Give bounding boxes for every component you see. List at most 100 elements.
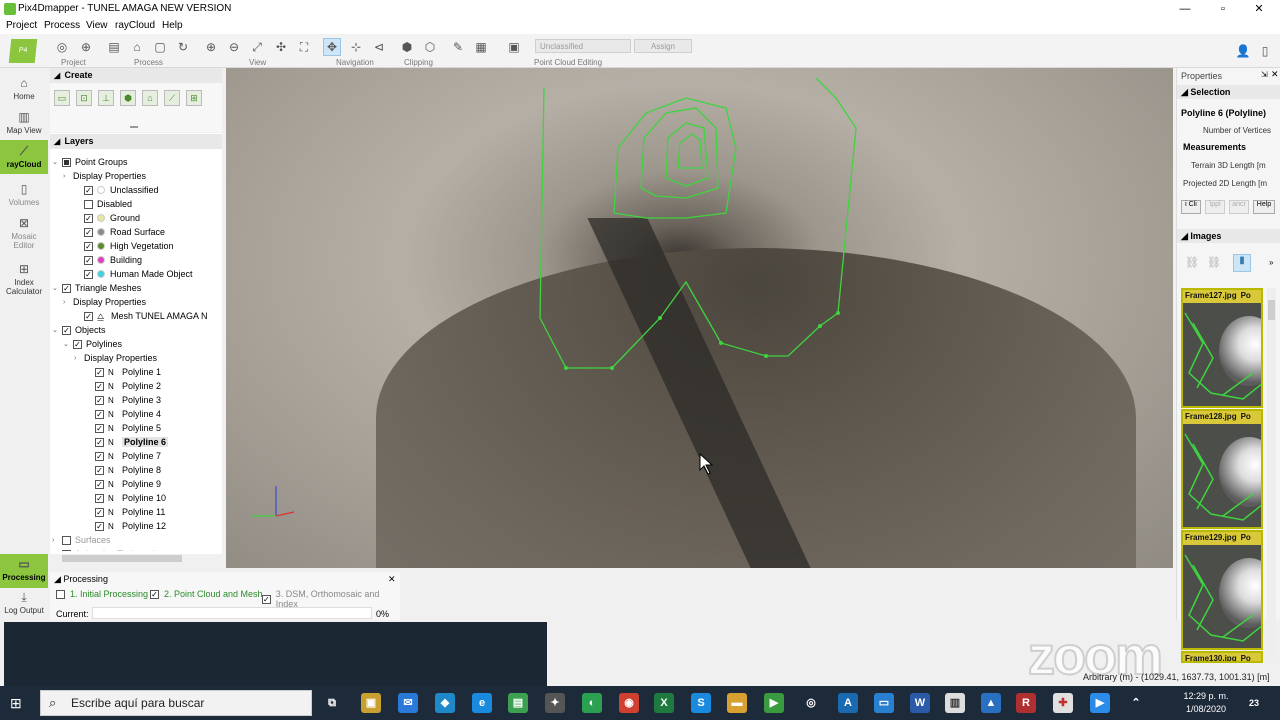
images-scrollbar[interactable] xyxy=(1267,288,1276,658)
menu-process[interactable]: Process xyxy=(44,20,80,31)
link-icon[interactable]: ⛓ xyxy=(1185,256,1199,269)
layer-checkbox[interactable]: ✓ xyxy=(62,283,71,293)
layer-checkbox[interactable]: ✓ xyxy=(84,255,93,265)
layer-row[interactable]: ✓ Ground xyxy=(74,211,140,225)
layer-checkbox[interactable]: ✓ xyxy=(95,507,104,517)
layer-row[interactable]: ✓ N Polyline 10 xyxy=(85,491,166,505)
layer-row[interactable]: › Display Properties xyxy=(63,169,146,183)
polyline-4[interactable] xyxy=(665,122,709,187)
vertex-point[interactable] xyxy=(564,366,568,370)
image-thumbnail[interactable]: Frame128.jpg Po xyxy=(1181,409,1263,529)
layer-row[interactable]: › Animation Trajectories xyxy=(52,547,164,551)
vertex-point[interactable] xyxy=(610,366,614,370)
vertex-point[interactable] xyxy=(836,311,840,315)
notification-icon[interactable]: 23 xyxy=(1244,693,1264,713)
minimize-button[interactable]: — xyxy=(1166,1,1204,17)
nav-index-calculator[interactable]: ⊞ Index Calculator xyxy=(0,262,48,296)
layer-row[interactable]: ✓ N Polyline 3 xyxy=(85,393,161,407)
menu-project[interactable]: Project xyxy=(6,20,37,31)
app-icon[interactable]: ▥ xyxy=(945,693,965,713)
checkbox[interactable]: ✓ xyxy=(150,589,159,599)
layer-row[interactable]: ✓ ⧋ Mesh TUNEL AMAGA N xyxy=(74,309,208,323)
layer-checkbox[interactable]: ✓ xyxy=(95,381,104,391)
clip-button[interactable]: i Cli xyxy=(1181,200,1201,214)
vertex-point[interactable] xyxy=(658,316,662,320)
layer-row[interactable]: ✓ N Polyline 2 xyxy=(85,379,161,393)
app-icon[interactable]: ▲ xyxy=(981,693,1001,713)
images-header[interactable]: ◢ Images xyxy=(1177,229,1280,243)
layer-row[interactable]: ✓ N Polyline 9 xyxy=(85,477,161,491)
layer-checkbox[interactable]: ✓ xyxy=(95,437,104,447)
skype-icon[interactable]: S xyxy=(691,693,711,713)
create-tie-point-icon[interactable]: ⊥ xyxy=(98,90,114,106)
polyline-6[interactable] xyxy=(539,77,857,369)
edge-icon[interactable]: e xyxy=(472,693,492,713)
nav-raycloud[interactable]: ⟋ rayCloud xyxy=(0,140,48,174)
expand-arrow-icon[interactable]: › xyxy=(52,537,62,544)
menu-view[interactable]: View xyxy=(86,20,108,31)
task-view-icon[interactable]: ⧉ xyxy=(322,693,342,713)
app-icon[interactable]: ▭ xyxy=(874,693,894,713)
layers-panel-header[interactable]: ◢ Layers xyxy=(50,134,222,149)
layer-checkbox[interactable]: ✓ xyxy=(95,395,104,405)
layer-checkbox[interactable] xyxy=(84,199,93,209)
class-dropdown[interactable]: Unclassified xyxy=(535,39,631,53)
layer-checkbox[interactable] xyxy=(62,535,71,545)
app-icon[interactable]: ▶ xyxy=(764,693,784,713)
layer-row[interactable]: ✓ N Polyline 12 xyxy=(85,519,166,533)
process-report-icon[interactable]: ▤ xyxy=(105,38,123,56)
layer-row[interactable]: ⌄ ✓ Polylines xyxy=(63,337,122,351)
zoom-out-icon[interactable]: ⊖ xyxy=(225,38,243,56)
layer-checkbox[interactable]: ✓ xyxy=(95,367,104,377)
process-refresh-icon[interactable]: ↻ xyxy=(174,38,192,56)
photos-icon[interactable]: ▤ xyxy=(508,693,528,713)
clipping-box-icon[interactable]: ⬢ xyxy=(398,38,416,56)
polyline-2[interactable] xyxy=(613,97,737,219)
image-view-icon[interactable]: ▮ xyxy=(1233,254,1251,272)
vertex-point[interactable] xyxy=(719,341,723,345)
layer-row[interactable]: ✓ N Polyline 11 xyxy=(85,505,165,519)
layer-checkbox[interactable]: ✓ xyxy=(95,409,104,419)
layer-row[interactable]: ✓ N Polyline 5 xyxy=(85,421,161,435)
close-panel-icon[interactable]: ✕ xyxy=(1271,69,1279,80)
checkbox[interactable] xyxy=(56,589,65,599)
layer-checkbox[interactable]: ✓ xyxy=(84,269,93,279)
navigation-trackball-icon[interactable]: ✥ xyxy=(323,38,341,56)
project-target-icon[interactable]: ⊕ xyxy=(77,38,95,56)
assign-button[interactable]: Assign xyxy=(634,39,692,53)
layer-checkbox[interactable]: ✓ xyxy=(95,521,104,531)
help-button[interactable]: Help xyxy=(1253,200,1275,214)
layer-checkbox[interactable]: ✓ xyxy=(84,311,93,321)
layer-row[interactable]: ✓ N Polyline 8 xyxy=(85,463,161,477)
zoom-fit-icon[interactable]: ✣ xyxy=(272,38,290,56)
layer-checkbox[interactable]: ✓ xyxy=(84,185,93,195)
create-area-icon[interactable]: ▭ xyxy=(54,90,70,106)
layer-row[interactable]: ✓ Building xyxy=(74,253,142,267)
expand-arrow-icon[interactable]: › xyxy=(74,355,84,362)
close-processing-icon[interactable]: ✕ xyxy=(388,574,396,585)
nav-map-view[interactable]: ▥ Map View xyxy=(0,110,48,135)
layer-checkbox[interactable]: ✓ xyxy=(95,451,104,461)
layer-checkbox[interactable]: ✓ xyxy=(84,227,93,237)
step-2-checkbox[interactable]: ✓ 2. Point Cloud and Mesh xyxy=(150,589,263,599)
project-open-icon[interactable]: ◎ xyxy=(53,38,71,56)
layer-checkbox[interactable]: ✓ xyxy=(95,465,104,475)
layer-row[interactable]: › Display Properties xyxy=(63,295,146,309)
layer-row[interactable]: ✓ Human Made Object xyxy=(74,267,193,281)
scroll-thumb[interactable] xyxy=(1268,300,1275,320)
app-icon[interactable]: ◎ xyxy=(801,693,821,713)
step-1-checkbox[interactable]: 1. Initial Processing xyxy=(56,589,148,599)
layer-checkbox[interactable]: ✓ xyxy=(95,493,104,503)
layer-row[interactable]: Disabled xyxy=(74,197,132,211)
taskbar-search-input[interactable]: ⌕ Escribe aquí para buscar xyxy=(40,690,312,716)
layer-checkbox[interactable] xyxy=(62,549,71,551)
nav-home[interactable]: ⌂ Home xyxy=(0,76,48,101)
app-icon[interactable]: ◆ xyxy=(435,693,455,713)
process-run-icon[interactable]: ⌂ xyxy=(128,38,146,56)
expand-arrow-icon[interactable]: › xyxy=(63,173,73,180)
splitter-handle[interactable] xyxy=(130,126,138,128)
edit-pencil-icon[interactable]: ✎ xyxy=(449,38,467,56)
app-icon[interactable]: R xyxy=(1016,693,1036,713)
expand-arrow-icon[interactable]: › xyxy=(63,299,73,306)
mail-icon[interactable]: ✉ xyxy=(398,693,418,713)
